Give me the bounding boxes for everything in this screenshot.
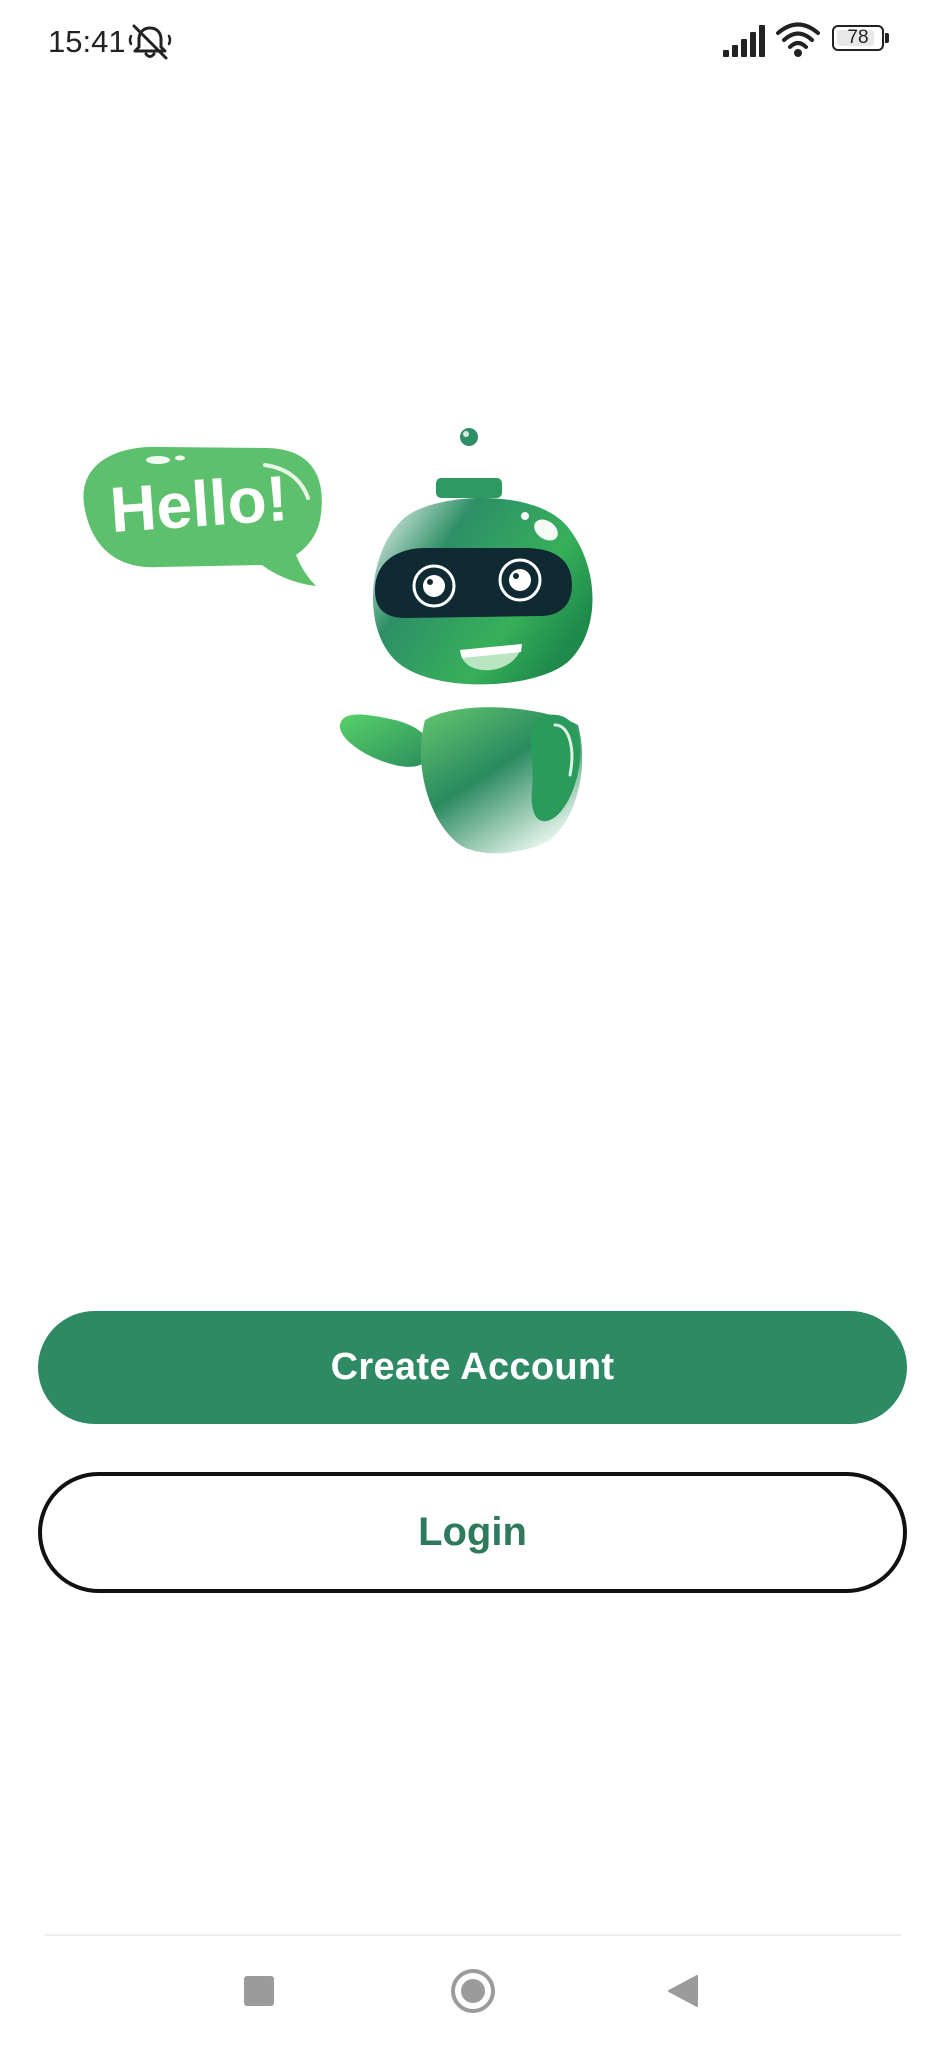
bell-muted-icon bbox=[128, 24, 172, 60]
nav-bar-divider bbox=[44, 1934, 901, 1936]
battery-icon: 78 bbox=[832, 25, 890, 55]
signal-icon bbox=[723, 25, 765, 57]
battery-level: 78 bbox=[847, 27, 869, 48]
recents-square-icon[interactable] bbox=[244, 1976, 274, 2006]
status-bar: 15:41 78 bbox=[0, 0, 945, 84]
create-account-button[interactable]: Create Account bbox=[38, 1311, 907, 1424]
back-triangle-icon[interactable] bbox=[667, 1974, 699, 2008]
robot-body bbox=[420, 707, 583, 854]
home-circle-icon[interactable] bbox=[451, 1969, 495, 2013]
robot-hello-illustration: Hello! bbox=[83, 428, 593, 854]
speech-bubble-text: Hello! bbox=[108, 462, 290, 546]
robot-head bbox=[372, 497, 593, 685]
status-time: 15:41 bbox=[48, 24, 126, 59]
battery-body: 78 bbox=[832, 25, 884, 51]
speech-bubble: Hello! bbox=[83, 446, 322, 586]
wifi-icon bbox=[776, 22, 820, 57]
login-button[interactable]: Login bbox=[38, 1472, 907, 1593]
